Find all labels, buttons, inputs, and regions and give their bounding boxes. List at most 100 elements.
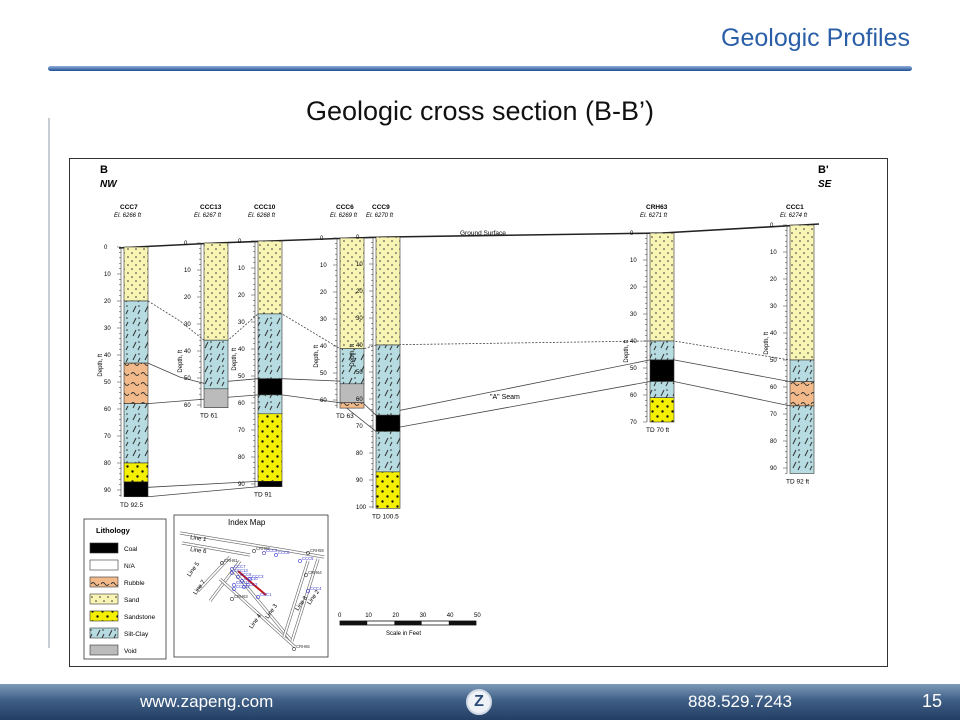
- legend-label-void: Void: [124, 648, 137, 655]
- depth-tick-label: 60: [320, 398, 327, 404]
- depth-axis-label: Depth, ft: [314, 345, 320, 368]
- boring-id-label: CCC6: [336, 204, 354, 211]
- depth-tick-label: 0: [104, 245, 108, 251]
- depth-tick-label: 50: [320, 371, 327, 377]
- depth-tick-label: 90: [238, 482, 245, 488]
- ground-surface-label: Ground Surface: [460, 230, 506, 237]
- index-map-point-label: CCC9: [266, 548, 278, 553]
- depth-tick-label: 40: [184, 349, 191, 355]
- page-number: 15: [922, 691, 943, 711]
- total-depth-label: TD 91: [254, 492, 272, 499]
- depth-tick-label: 80: [238, 455, 245, 461]
- scale-tick-label: 20: [392, 613, 399, 619]
- depth-tick-label: 30: [184, 322, 191, 328]
- boring-elevation-label: El. 6271 ft: [640, 213, 667, 219]
- depth-tick-label: 50: [184, 376, 191, 382]
- index-map-point-label: CRH61: [224, 558, 238, 563]
- index-map-point-label: CRH65: [296, 644, 310, 649]
- layer-siltclay: [375, 431, 401, 473]
- layer-coal: [123, 481, 149, 498]
- cross-section-figure: B NW B' SE Ground Surface "A" Seam CCC7 El. 62…: [69, 158, 888, 667]
- legend-layer: Lithology Coal N/A Rubble Sand Sandstone Silt-…: [83, 518, 167, 660]
- scale-bar-segment: [448, 621, 476, 625]
- borings-layer: CCC7 El. 6266 ft 0 10 20 30 40 50 60 70 80 90 Depth,…: [98, 204, 815, 520]
- index-map-point-label: CCC8: [278, 550, 290, 555]
- depth-tick-label: 60: [356, 397, 363, 403]
- depth-tick-label: 50: [630, 366, 637, 372]
- depth-tick-label: 80: [104, 461, 111, 467]
- layer-coal: [649, 359, 675, 382]
- depth-tick-label: 40: [320, 344, 327, 350]
- total-depth-label: TD 61: [200, 413, 218, 420]
- depth-tick-label: 10: [320, 263, 327, 269]
- scale-tick-label: 40: [447, 613, 454, 619]
- boring-ccc7: CCC7 El. 6266 ft 0 10 20 30 40 50 60 70 80 90 Depth,…: [98, 204, 149, 509]
- total-depth-label: TD 92.5: [120, 502, 144, 509]
- company-logo-icon: Z: [466, 689, 492, 715]
- legend-swatch-sandstone: [89, 610, 119, 622]
- layer-sand: [375, 236, 401, 346]
- scale-tick-label: 30: [420, 613, 427, 619]
- boring-elevation-label: El. 6267 ft: [194, 213, 221, 219]
- scale-label: Scale in Feet: [386, 631, 421, 637]
- legend-swatch-sand: [89, 593, 119, 605]
- depth-tick-label: 10: [184, 268, 191, 274]
- legend-swatch-na: [89, 559, 119, 571]
- layer-sand: [789, 224, 815, 361]
- depth-tick-label: 70: [238, 428, 245, 434]
- depth-tick-label: 30: [770, 304, 777, 310]
- legend-swatch-coal: [89, 542, 119, 554]
- boring-ccc13: CCC13El. 6267 ft0102030405060Depth, ftTD…: [178, 204, 229, 420]
- depth-tick-label: 10: [770, 250, 777, 256]
- boring-ccc1: CCC1El. 6274 ft0102030405060708090Depth,…: [764, 204, 815, 485]
- layer-siltclay: [123, 403, 149, 464]
- depth-tick-label: 70: [104, 434, 111, 440]
- depth-tick-label: 40: [630, 339, 637, 345]
- layer-siltclay: [203, 339, 229, 390]
- depth-tick-label: 70: [770, 412, 777, 418]
- boring-id-label: CCC9: [372, 204, 390, 211]
- depth-axis-label: Depth, ft: [98, 354, 104, 377]
- depth-tick-label: 90: [104, 488, 111, 494]
- depth-tick-label: 80: [770, 439, 777, 445]
- legend-swatch-siltclay: [89, 627, 119, 639]
- legend-label-na: N/A: [124, 563, 136, 570]
- depth-tick-label: 20: [184, 295, 191, 301]
- boring-id-label: CCC7: [120, 204, 138, 211]
- section-left-direction: NW: [100, 179, 118, 190]
- layer-sand: [123, 246, 149, 302]
- depth-tick-label: 20: [630, 285, 637, 291]
- total-depth-label: TD 70 ft: [646, 427, 669, 434]
- depth-tick-label: 80: [356, 451, 363, 457]
- depth-tick-label: 30: [356, 316, 363, 322]
- depth-tick-label: 60: [238, 401, 245, 407]
- depth-tick-label: 30: [238, 320, 245, 326]
- depth-tick-label: 70: [630, 420, 637, 426]
- cross-section-diagram: B NW B' SE Ground Surface "A" Seam CCC7 El. 62…: [83, 164, 832, 660]
- header-title: Geologic Profiles: [721, 24, 910, 52]
- layer-siltclay: [257, 394, 283, 415]
- layer-sand: [257, 240, 283, 315]
- legend-label-rubble: Rubble: [124, 580, 145, 587]
- index-map-point-label: CRH59: [310, 548, 324, 553]
- layer-siltclay: [789, 405, 815, 474]
- depth-tick-label: 30: [630, 312, 637, 318]
- legend-label-sand: Sand: [124, 597, 140, 604]
- layer-siltclay: [375, 344, 401, 416]
- depth-tick-label: 10: [104, 272, 111, 278]
- scale-tick-label: 10: [365, 613, 372, 619]
- layer-siltclay: [649, 381, 675, 399]
- footer-url[interactable]: www.zapeng.com: [140, 692, 273, 712]
- legend-label-sandstone: Sandstone: [124, 614, 155, 621]
- depth-tick-label: 10: [356, 262, 363, 268]
- index-map-point-label: CCC5: [302, 556, 314, 561]
- index-map-point-label: CCC2: [246, 582, 258, 587]
- depth-tick-label: 60: [630, 393, 637, 399]
- boring-elevation-label: El. 6268 ft: [248, 213, 275, 219]
- depth-tick-label: 90: [770, 466, 777, 472]
- depth-axis-label: Depth, ft: [178, 350, 184, 373]
- layer-coal: [257, 480, 283, 487]
- depth-tick-label: 20: [104, 299, 111, 305]
- boring-id-label: CCC1: [786, 204, 804, 211]
- layer-siltclay: [649, 340, 675, 361]
